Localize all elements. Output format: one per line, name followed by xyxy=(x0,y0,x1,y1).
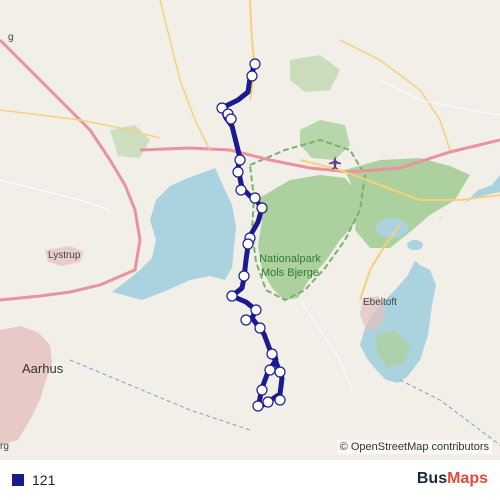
bus-stop[interactable] xyxy=(262,396,274,408)
place-label-edge-g: g xyxy=(8,32,14,43)
bus-stop[interactable] xyxy=(264,364,276,376)
route-color-swatch xyxy=(12,474,24,486)
bus-stop[interactable] xyxy=(256,384,268,396)
busmaps-logo[interactable]: BusMaps xyxy=(417,470,488,488)
place-label-aarhus: Aarhus xyxy=(22,361,64,376)
place-label-national-park-line1: Nationalpark xyxy=(259,253,321,265)
place-label-national-park-line2: Mols Bjerge xyxy=(261,267,319,279)
bus-stop[interactable] xyxy=(225,113,237,125)
bus-stop[interactable] xyxy=(256,202,268,214)
bus-stop[interactable] xyxy=(266,348,278,360)
place-label-lystrup: Lystrup xyxy=(48,250,81,261)
bus-stop[interactable] xyxy=(250,304,262,316)
route-legend: 121 BusMaps xyxy=(0,460,500,500)
bus-stop[interactable] xyxy=(234,154,246,166)
bus-stop[interactable] xyxy=(240,314,252,326)
bus-stop[interactable] xyxy=(252,400,264,412)
lake-2 xyxy=(407,240,423,250)
map-attribution-text: © OpenStreetMap contributors xyxy=(339,441,489,453)
busmaps-logo-part1: Bus xyxy=(416,470,448,487)
map-svg: Nationalpark Mols Bjerge Lystrup Aarhus … xyxy=(0,0,500,460)
bus-stop[interactable] xyxy=(249,58,261,70)
bus-stop[interactable] xyxy=(274,394,286,406)
bus-stop[interactable] xyxy=(274,366,286,378)
place-label-edge-rg: rg xyxy=(0,441,9,452)
place-label-ebeltoft: Ebeltoft xyxy=(363,297,397,308)
bus-stop[interactable] xyxy=(232,166,244,178)
busmaps-logo-part2: Maps xyxy=(447,470,488,487)
route-label: 121 xyxy=(32,472,56,488)
map-attribution[interactable]: © OpenStreetMap contributors xyxy=(336,440,492,454)
bus-stop[interactable] xyxy=(226,290,238,302)
bus-stop[interactable] xyxy=(238,270,250,282)
bus-stop[interactable] xyxy=(246,70,258,82)
bus-stop[interactable] xyxy=(249,192,261,204)
bus-stop[interactable] xyxy=(235,184,247,196)
map-canvas[interactable]: Nationalpark Mols Bjerge Lystrup Aarhus … xyxy=(0,0,500,460)
bus-stop[interactable] xyxy=(254,322,266,334)
bus-stop[interactable] xyxy=(242,238,254,250)
